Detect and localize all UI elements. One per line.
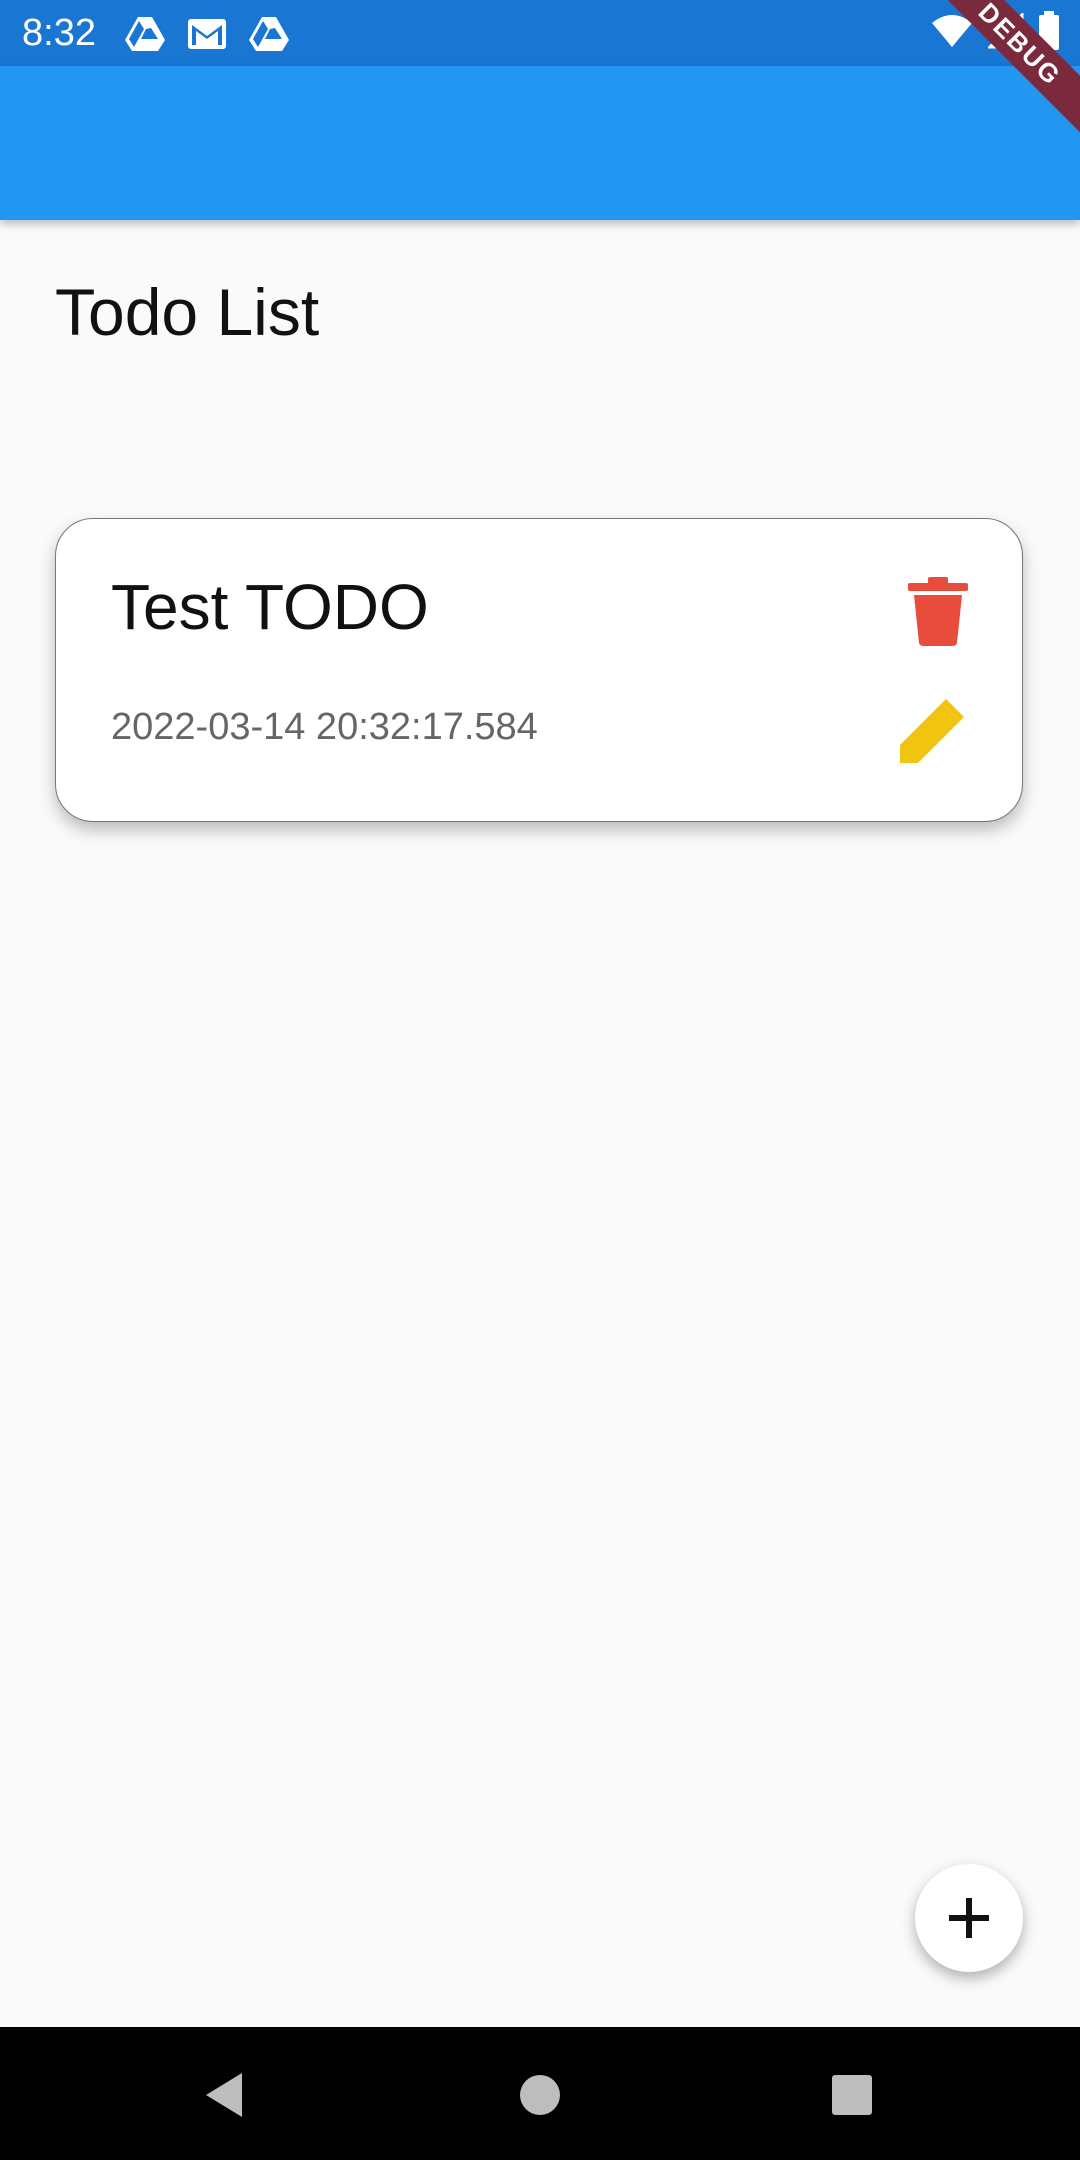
back-button[interactable] [198, 2067, 254, 2123]
recents-icon [832, 2075, 872, 2115]
edit-button[interactable] [894, 697, 966, 769]
notification-icons [124, 14, 290, 54]
recents-button[interactable] [824, 2067, 880, 2123]
delete-button[interactable] [906, 575, 970, 647]
plus-icon [949, 1898, 989, 1938]
back-icon [206, 2073, 242, 2117]
pencil-icon [900, 699, 964, 763]
status-time: 8:32 [22, 12, 96, 54]
drive-icon [124, 15, 166, 53]
page-title: Todo List [55, 275, 320, 349]
add-todo-button[interactable] [915, 1864, 1023, 1972]
status-bar: 8:32 [0, 0, 1080, 66]
trash-icon [908, 577, 968, 646]
todo-card[interactable]: Test TODO 2022-03-14 20:32:17.584 [55, 518, 1023, 822]
home-button[interactable] [512, 2067, 568, 2123]
navigation-bar [0, 2027, 1080, 2160]
drive-icon [248, 15, 290, 53]
app-bar [0, 66, 1080, 220]
todo-date: 2022-03-14 20:32:17.584 [111, 706, 538, 748]
home-icon [520, 2075, 560, 2115]
gmail-icon [186, 15, 228, 53]
todo-title: Test TODO [111, 571, 429, 643]
